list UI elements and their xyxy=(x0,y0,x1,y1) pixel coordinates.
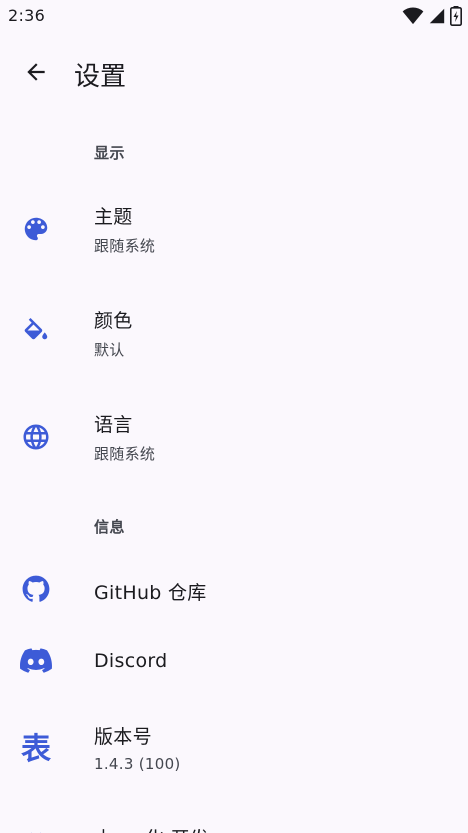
pref-title-language: 语言 xyxy=(94,414,133,436)
palette-icon xyxy=(18,211,54,247)
pref-summary-color: 默认 xyxy=(94,341,125,359)
arrow-back-icon xyxy=(23,59,49,89)
pref-title-github: GitHub 仓库 xyxy=(94,582,207,604)
pref-title-version: 版本号 xyxy=(94,726,152,748)
section-header-info: 信息 xyxy=(94,518,126,536)
page-title: 设置 xyxy=(74,62,127,92)
pref-summary-version: 1.4.3 (100) xyxy=(94,755,181,773)
pref-item-color[interactable]: 颜色 默认 xyxy=(0,294,468,378)
pref-item-theme[interactable]: 主题 跟随系统 xyxy=(0,190,468,274)
pref-title-discord: Discord xyxy=(94,650,168,672)
top-app-bar: 设置 xyxy=(0,40,468,106)
pref-item-github[interactable]: GitHub 仓库 xyxy=(0,556,468,622)
status-bar: 2:36 xyxy=(0,0,468,32)
format-color-fill-icon xyxy=(18,315,54,351)
pref-item-language[interactable]: 语言 跟随系统 xyxy=(0,398,468,482)
discord-icon xyxy=(18,643,54,679)
pref-title-partial: 由 ... 化 开发 xyxy=(94,824,209,833)
back-button[interactable] xyxy=(16,54,56,94)
version-glyph: 表 xyxy=(21,732,51,767)
partial-icon xyxy=(18,824,54,833)
settings-screen: 2:36 设置 显示 主题 跟随系统 颜色 默认 语言 跟随系统 信息 GitH… xyxy=(0,0,468,833)
pref-item-discord[interactable]: Discord xyxy=(0,628,468,694)
section-header-display: 显示 xyxy=(94,144,126,162)
version-glyph-icon: 表 xyxy=(18,732,54,768)
cell-signal-icon xyxy=(428,7,446,29)
github-icon xyxy=(18,571,54,607)
battery-icon xyxy=(450,6,462,30)
pref-title-color: 颜色 xyxy=(94,310,133,332)
status-time: 2:36 xyxy=(8,6,46,25)
wifi-icon xyxy=(402,7,424,29)
pref-item-partial[interactable]: 由 ... 化 开发 xyxy=(0,812,468,833)
pref-item-version[interactable]: 表 版本号 1.4.3 (100) xyxy=(0,710,468,794)
pref-summary-theme: 跟随系统 xyxy=(94,237,156,255)
globe-icon xyxy=(18,419,54,455)
pref-title-theme: 主题 xyxy=(94,206,133,228)
pref-summary-language: 跟随系统 xyxy=(94,445,156,463)
status-icons xyxy=(402,6,462,30)
